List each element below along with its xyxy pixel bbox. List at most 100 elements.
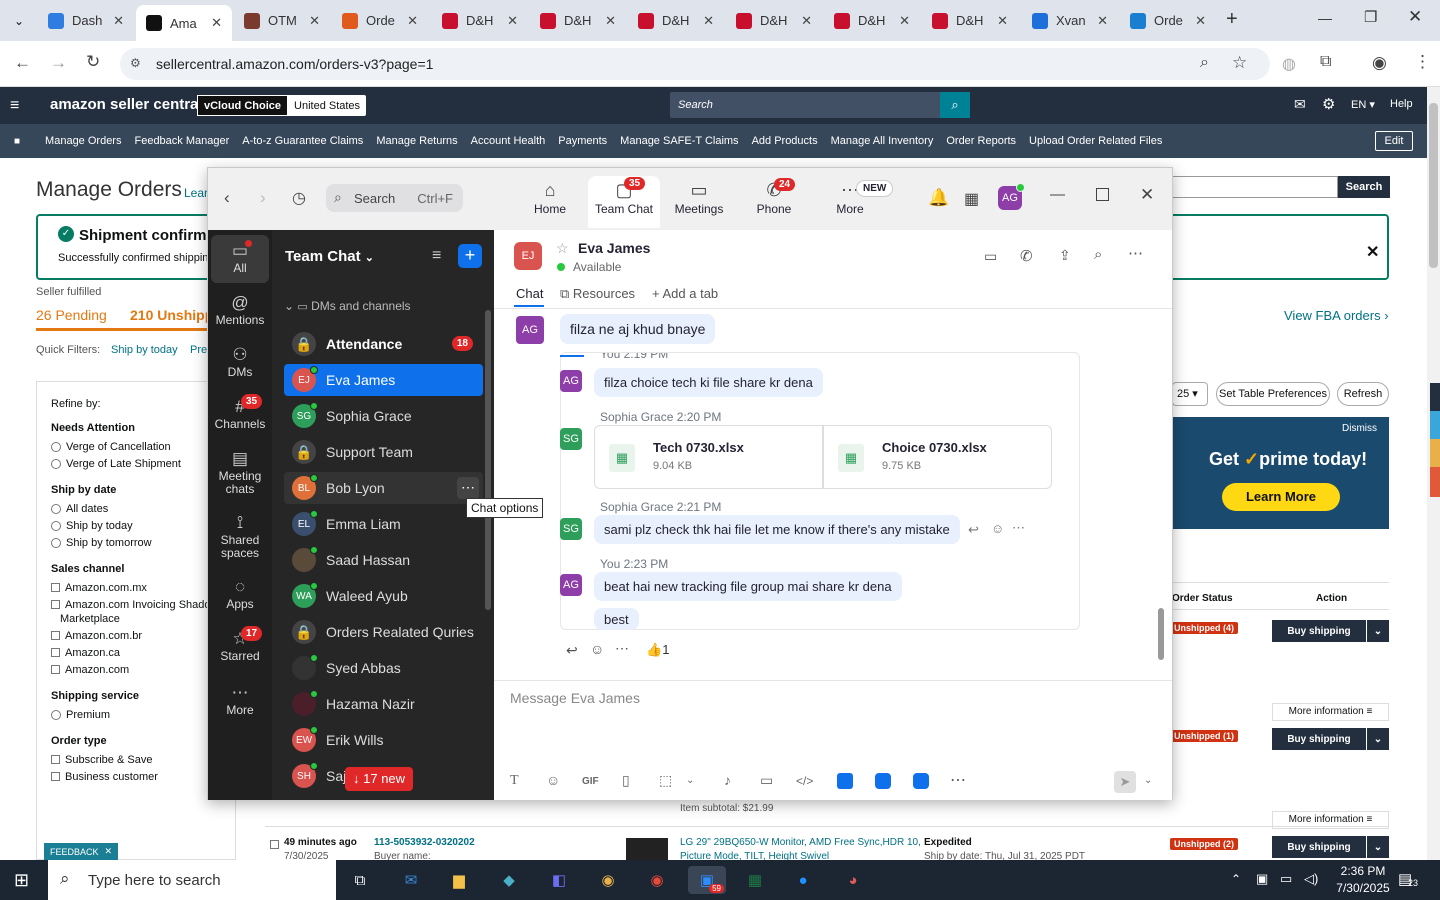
rail-mentions[interactable]: @ Mentions [208,292,272,327]
new-chat-plus-button[interactable]: + [458,244,482,268]
browser-tab[interactable]: D&H ✕ [922,6,1018,35]
side-widget-blue[interactable] [1430,411,1440,439]
close-alert-icon[interactable]: ✕ [1366,242,1379,262]
chat-list-item[interactable]: 🔒 Orders Realated Quries [284,616,483,648]
buy-shipping-dropdown-icon[interactable]: ⌄ [1367,620,1389,642]
zoom-minimize-icon[interactable]: — [1050,186,1065,203]
chat-tab[interactable]: Chat [516,286,543,301]
app-blue-icon-2[interactable] [875,773,891,789]
feedback-close-icon[interactable]: ✕ [105,846,113,857]
message-more-icon[interactable]: ⋯ [1012,520,1025,536]
url-text[interactable]: sellercentral.amazon.com/orders-v3?page=… [156,56,433,72]
ad-dismiss[interactable]: Dismiss [1342,423,1377,434]
chat-list-item[interactable]: EL Emma Liam [284,508,483,540]
tab-close-icon[interactable]: ✕ [507,13,518,29]
rail-dms[interactable]: ⚇ DMs [208,344,272,379]
view-fba-link[interactable]: View FBA orders › [1284,308,1389,323]
ship-today-filter[interactable]: Ship by today [111,344,178,356]
zoom-close-icon[interactable]: ✕ [1140,185,1154,205]
profile-avatar-icon[interactable]: ◉ [1372,53,1387,73]
thread-emoji-icon[interactable]: ☺ [590,641,604,657]
browser-tab[interactable]: D&H ✕ [530,6,626,35]
calendar-icon[interactable]: ▦ [964,189,979,209]
video-message-icon[interactable]: ▭ [760,772,773,789]
tab-close-icon[interactable]: ✕ [605,13,616,29]
network-icon[interactable]: ▭ [1280,871,1292,887]
side-widget-yellow[interactable] [1430,439,1440,467]
more-options-icon[interactable]: ⋯ [1128,244,1143,262]
minimize-window-icon[interactable]: — [1318,10,1332,26]
more-information-button[interactable]: More information ≡ [1272,703,1389,721]
nav-link[interactable]: Manage Returns [376,135,457,147]
buy-shipping-button[interactable]: Buy shipping [1272,620,1366,642]
chat-list-item[interactable]: EJ Eva James [284,364,483,396]
checkbox[interactable] [51,631,60,640]
chat-list-item[interactable]: BL Bob Lyon ⋯ [284,472,483,504]
reaction-chip[interactable]: 👍1 [646,642,669,658]
taskbar-clock[interactable]: 2:36 PM 7/30/2025 [1333,864,1393,895]
checkbox[interactable] [51,772,60,781]
browser-tab[interactable]: Ama ✕ [136,5,232,41]
bookmark-star-icon[interactable]: ☆ [1232,53,1247,73]
chat-options-icon[interactable]: ⋯ [457,477,479,499]
refresh-button[interactable]: Refresh [1337,382,1389,406]
restore-window-icon[interactable]: ❐ [1364,8,1377,26]
amazon-search-input[interactable]: Search ⌕ [670,92,970,118]
checkbox[interactable] [51,648,60,657]
send-icon[interactable]: ➤ [1114,771,1136,793]
radio-button[interactable] [51,520,61,531]
browser-tab[interactable]: Dash ✕ [38,6,134,35]
table-preferences-button[interactable]: Set Table Preferences [1216,382,1330,406]
unshipped-tab[interactable]: 210 Unshipped [130,307,210,323]
file-card[interactable]: ▦ Choice 0730.xlsx 9.75 KB [823,425,1052,489]
url-bar[interactable]: ⚙ sellercentral.amazon.com/orders-v3?pag… [120,48,1270,80]
windows-start-icon[interactable]: ⊞ [14,870,29,891]
tray-chevron-icon[interactable]: ⌃ [1231,872,1241,886]
close-window-icon[interactable]: ✕ [1408,7,1422,27]
nav-link[interactable]: Manage Orders [45,135,121,147]
rail-shared[interactable]: ⟟ Shared spaces [208,512,272,560]
app-blue-circle-icon[interactable]: ● [788,866,818,894]
chat-list-item[interactable]: 🔒 Support Team [284,436,483,468]
browser-tab[interactable]: D&H ✕ [432,6,528,35]
nav-link[interactable]: Upload Order Related Files [1029,135,1162,147]
message-bubble[interactable]: filza choice tech ki file share kr dena [594,368,823,397]
thread-more-icon[interactable]: ⋯ [615,640,629,657]
contact-name[interactable]: Eva James [578,240,650,256]
buy-shipping-button[interactable]: Buy shipping [1272,836,1366,858]
chat-list-item[interactable]: Syed Abbas [284,652,483,684]
top-tab-home[interactable]: ⌂ Home [514,178,586,216]
browser-tab[interactable]: D&H ✕ [824,6,920,35]
nav-link[interactable]: Manage All Inventory [831,135,934,147]
mail-icon[interactable]: ✉ [1294,96,1306,113]
learn-more-button[interactable]: Learn More [1222,483,1340,511]
sender-avatar[interactable]: AG [560,574,582,596]
nav-link[interactable]: Add Products [752,135,818,147]
tab-close-icon[interactable]: ✕ [997,13,1008,29]
app-red-icon[interactable]: ◕ [838,866,868,894]
tab-close-icon[interactable]: ✕ [407,13,418,29]
rail-channels[interactable]: # Channels 35 [208,394,272,431]
settings-gear-icon[interactable]: ⚙ [1322,95,1335,113]
compose-more-icon[interactable]: ⋯ [950,770,966,790]
browser-tab[interactable]: OTM ✕ [234,6,330,35]
chat-list-item[interactable]: Hazama Nazir [284,688,483,720]
chat-scrollbar[interactable] [1158,608,1164,660]
nav-link[interactable]: Manage SAFE-T Claims [620,135,738,147]
premium-filter[interactable]: Prem [190,344,207,356]
chat-list-item[interactable]: WA Waleed Ayub [284,580,483,612]
radio-button[interactable] [51,537,61,548]
reload-icon[interactable]: ↻ [86,52,100,72]
reply-icon[interactable]: ↩ [968,522,979,538]
nav-link[interactable]: Order Reports [946,135,1016,147]
radio-button[interactable] [51,458,61,469]
language-selector[interactable]: EN ▾ [1351,98,1375,111]
product-thumbnail[interactable] [626,838,668,860]
top-tab-team-chat[interactable]: ▢ Team Chat 35 [588,176,660,228]
buy-shipping-button[interactable]: Buy shipping [1272,728,1366,750]
forward-arrow-icon[interactable]: → [50,53,67,73]
file-attach-icon[interactable]: ▯ [622,772,630,789]
site-info-icon[interactable]: ⚙ [130,56,141,70]
message-bubble[interactable]: filza ne aj khud bnaye [560,314,716,344]
outlook-icon[interactable]: ✉ [396,866,426,894]
